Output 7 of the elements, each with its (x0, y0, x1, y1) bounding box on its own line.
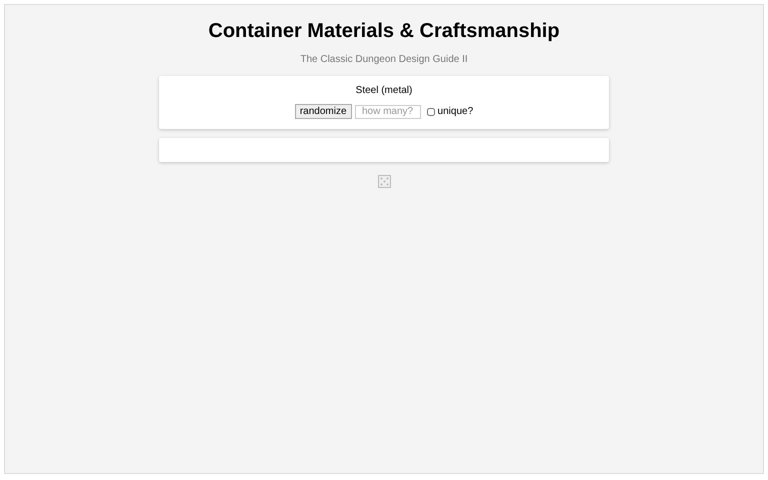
result-text: Steel (metal) (356, 85, 412, 96)
unique-checkbox[interactable] (426, 108, 435, 116)
page-title: Container Materials & Craftsmanship (208, 20, 560, 43)
randomize-button[interactable]: randomize (294, 104, 352, 119)
page-subtitle: The Classic Dungeon Design Guide II (300, 54, 468, 65)
count-field[interactable]: how many? (354, 104, 421, 118)
unique-label: unique? (438, 106, 474, 117)
